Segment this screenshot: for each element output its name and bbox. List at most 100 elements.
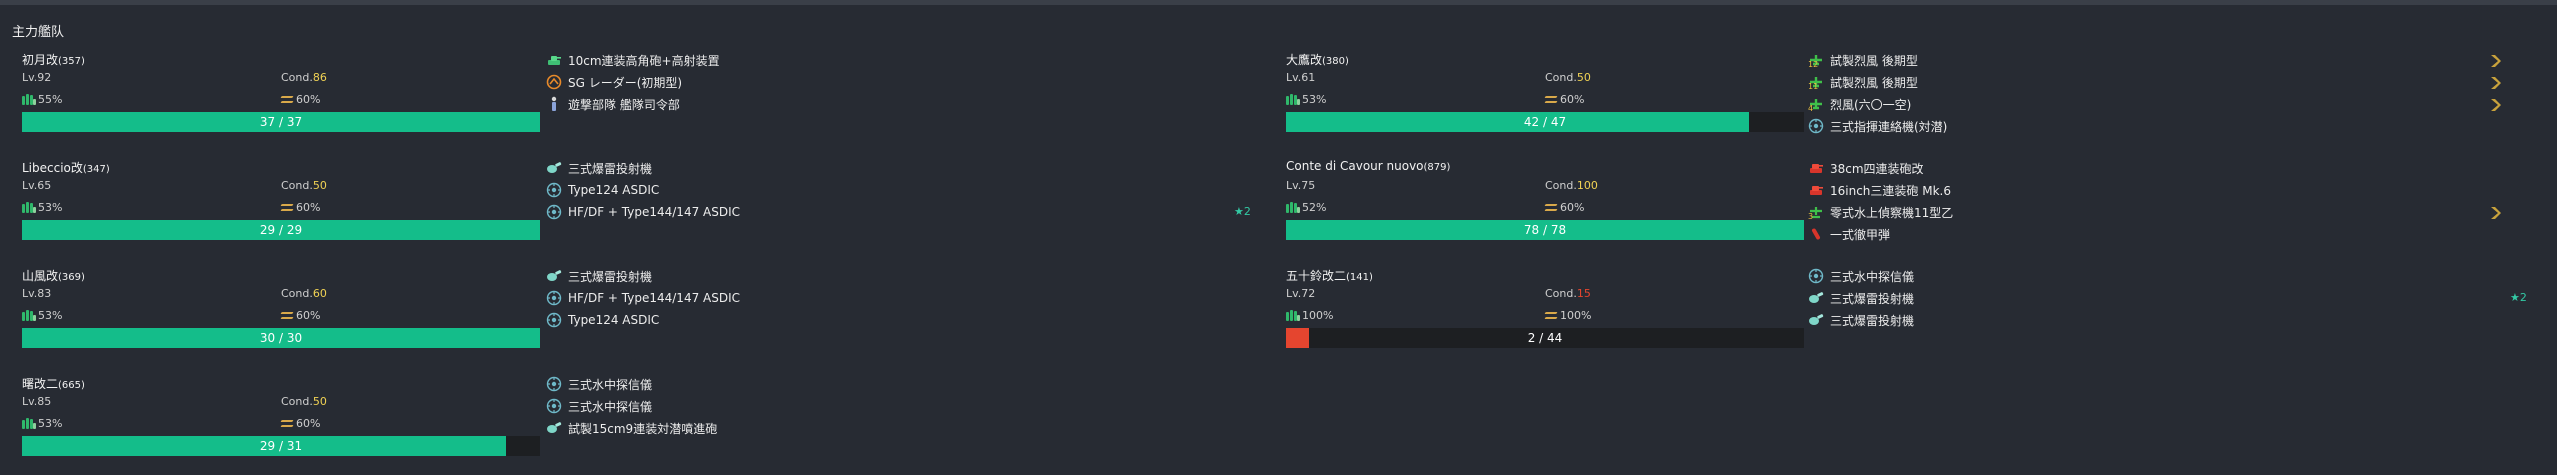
- sonar-icon: [546, 376, 562, 392]
- equipment-slot[interactable]: HF/DF + Type144/147 ASDIC: [546, 203, 1246, 221]
- fuel-status: 53%: [22, 417, 62, 430]
- aircraft-count: 4: [1808, 104, 1814, 113]
- ship-card[interactable]: 大鷹改(380) Lv.61 Cond.50 53% 60% 42 / 47: [1286, 51, 1806, 151]
- seaplane-icon: 3: [1808, 204, 1824, 221]
- ship-card[interactable]: 山風改(369) Lv.83 Cond.60 53% 60% 30 / 30: [22, 267, 542, 367]
- fuel-icon: [22, 202, 36, 213]
- equipment-list: 10cm連装高角砲+高射装置 SG レーダー(初期型) 遊撃部隊 艦隊司令部: [546, 51, 1246, 141]
- ship-card[interactable]: 五十鈴改二(141) Lv.72 Cond.15 100% 100% 2 / 44: [1286, 267, 1806, 367]
- cond-label: Cond.: [1545, 71, 1577, 84]
- cond-label: Cond.: [281, 395, 313, 408]
- equipment-slot[interactable]: HF/DF + Type144/147 ASDIC: [546, 289, 1246, 307]
- ship-name: 山風改(369): [22, 267, 85, 284]
- ship-name-text: 曙改二: [22, 377, 59, 391]
- ship-id: (369): [58, 272, 85, 283]
- equipment-slot[interactable]: 12 試製烈風 後期型: [1808, 51, 2508, 70]
- fuel-icon: [22, 418, 36, 429]
- ship-condition: Cond.60: [281, 287, 327, 300]
- equipment-slot[interactable]: 三式爆雷投射機: [546, 267, 1246, 285]
- hp-bar: 2 / 44: [1286, 328, 1804, 348]
- ship-name-text: 大鷹改: [1286, 53, 1323, 67]
- ammo-status: 60%: [1544, 93, 1584, 106]
- ship-condition: Cond.50: [1545, 71, 1591, 84]
- cond-label: Cond.: [281, 287, 313, 300]
- equipment-name: 烈風(六〇一空): [1830, 97, 1912, 112]
- equipment-slot[interactable]: 38cm四連装砲改: [1808, 159, 2508, 177]
- equipment-slot[interactable]: 三式指揮連絡機(対潜): [1808, 117, 2508, 135]
- ammo-icon: [1544, 203, 1558, 212]
- ship-id: (380): [1322, 56, 1349, 67]
- fuel-status: 100%: [1286, 309, 1333, 322]
- fuel-value: 53%: [1302, 93, 1327, 106]
- hp-bar: 42 / 47: [1286, 112, 1804, 132]
- ship-condition: Cond.86: [281, 71, 327, 84]
- equipment-slot[interactable]: SG レーダー(初期型): [546, 73, 1246, 91]
- hp-bar: 78 / 78: [1286, 220, 1804, 240]
- proficiency-chevron-icon: [2490, 53, 2502, 67]
- equipment-name: 試製烈風 後期型: [1830, 53, 1918, 68]
- equipment-slot[interactable]: 10cm連装高角砲+高射装置: [546, 51, 1246, 69]
- equipment-list: 三式爆雷投射機 HF/DF + Type144/147 ASDIC Type124 …: [546, 267, 1246, 357]
- ship-card[interactable]: Libeccio改(347) Lv.65 Cond.50 53% 60% 29 / 29: [22, 159, 542, 259]
- ammo-icon: [280, 419, 294, 428]
- cond-label: Cond.: [1545, 287, 1577, 300]
- ship-name: 曙改二(665): [22, 375, 85, 392]
- equipment-name: 38cm四連装砲改: [1830, 161, 1924, 176]
- sonar-icon: [546, 182, 562, 198]
- ship-level: Lv.75: [1286, 179, 1316, 192]
- depth-charge-icon: [546, 268, 562, 284]
- equipment-slot[interactable]: 三式爆雷投射機: [546, 159, 1246, 177]
- personnel-icon: [546, 96, 562, 112]
- ship-card[interactable]: 初月改(357) Lv.92 Cond.86 55% 60% 37 / 37: [22, 51, 542, 151]
- ammo-status: 60%: [280, 201, 320, 214]
- equipment-slot[interactable]: 試製15cm9連装対潜噴進砲: [546, 419, 1246, 437]
- equipment-slot[interactable]: 4 烈風(六〇一空): [1808, 95, 2508, 114]
- ammo-value: 60%: [296, 93, 321, 106]
- ship-condition: Cond.50: [281, 179, 327, 192]
- depth-charge-icon: [1808, 312, 1824, 328]
- equipment-name: HF/DF + Type144/147 ASDIC: [568, 291, 741, 305]
- fuel-value: 100%: [1302, 309, 1334, 322]
- equipment-slot[interactable]: 一式徹甲弾: [1808, 225, 2508, 243]
- fighter-plane-icon: 11: [1808, 74, 1824, 91]
- ship-id: (879): [1423, 162, 1451, 173]
- ap-shell-icon: [1808, 226, 1824, 242]
- equipment-name: Type124 ASDIC: [568, 183, 660, 197]
- fuel-status: 52%: [1286, 201, 1326, 214]
- equipment-name: 試製15cm9連装対潜噴進砲: [568, 421, 718, 436]
- equipment-slot[interactable]: 三式爆雷投射機: [1808, 289, 2508, 307]
- equipment-slot[interactable]: Type124 ASDIC: [546, 181, 1246, 199]
- fuel-icon: [22, 94, 36, 105]
- ship-name: 大鷹改(380): [1286, 51, 1349, 68]
- fleet-title: 主力艦队: [12, 25, 65, 40]
- equipment-slot[interactable]: 三式水中探信儀: [1808, 267, 2508, 285]
- equipment-slot[interactable]: 11 試製烈風 後期型: [1808, 73, 2508, 92]
- ship-card[interactable]: Conte di Cavour nuovo(879) Lv.75 Cond.100 5…: [1286, 159, 1806, 259]
- cond-value: 60: [312, 287, 327, 300]
- equipment-slot[interactable]: 3 零式水上偵察機11型乙: [1808, 203, 2508, 222]
- equipment-list: 12 試製烈風 後期型 11 試製烈風 後期型 4 烈風(六〇一空) 三式指揮連絡機(対潜): [1808, 51, 2508, 141]
- equipment-slot[interactable]: 16inch三連装砲 Mk.6: [1808, 181, 2508, 199]
- equipment-name: 三式爆雷投射機: [568, 269, 653, 284]
- equipment-name: 三式水中探信儀: [568, 377, 653, 392]
- equipment-name: 10cm連装高角砲+高射装置: [568, 53, 720, 68]
- equipment-slot[interactable]: Type124 ASDIC: [546, 311, 1246, 329]
- equipment-slot[interactable]: 三式水中探信儀: [546, 375, 1246, 393]
- cond-value: 50: [312, 179, 327, 192]
- ship-name: 初月改(357): [22, 51, 85, 68]
- ammo-status: 60%: [280, 417, 320, 430]
- ship-condition: Cond.15: [1545, 287, 1591, 300]
- ammo-icon: [280, 203, 294, 212]
- red-gun-icon: [1808, 160, 1824, 176]
- fighter-plane-icon: 12: [1808, 52, 1824, 69]
- equipment-slot[interactable]: 三式水中探信儀: [546, 397, 1246, 415]
- hp-value: 2 / 44: [1527, 331, 1563, 345]
- sonar-icon: [1808, 118, 1824, 134]
- hp-value: 30 / 30: [259, 331, 303, 345]
- ship-card[interactable]: 曙改二(665) Lv.85 Cond.50 53% 60% 29 / 31: [22, 375, 542, 475]
- equipment-slot[interactable]: 遊撃部隊 艦隊司令部: [546, 95, 1246, 113]
- red-gun-icon: [1808, 182, 1824, 198]
- equipment-slot[interactable]: 三式爆雷投射機: [1808, 311, 2508, 329]
- fuel-icon: [1286, 94, 1300, 105]
- ship-condition: Cond.50: [281, 395, 327, 408]
